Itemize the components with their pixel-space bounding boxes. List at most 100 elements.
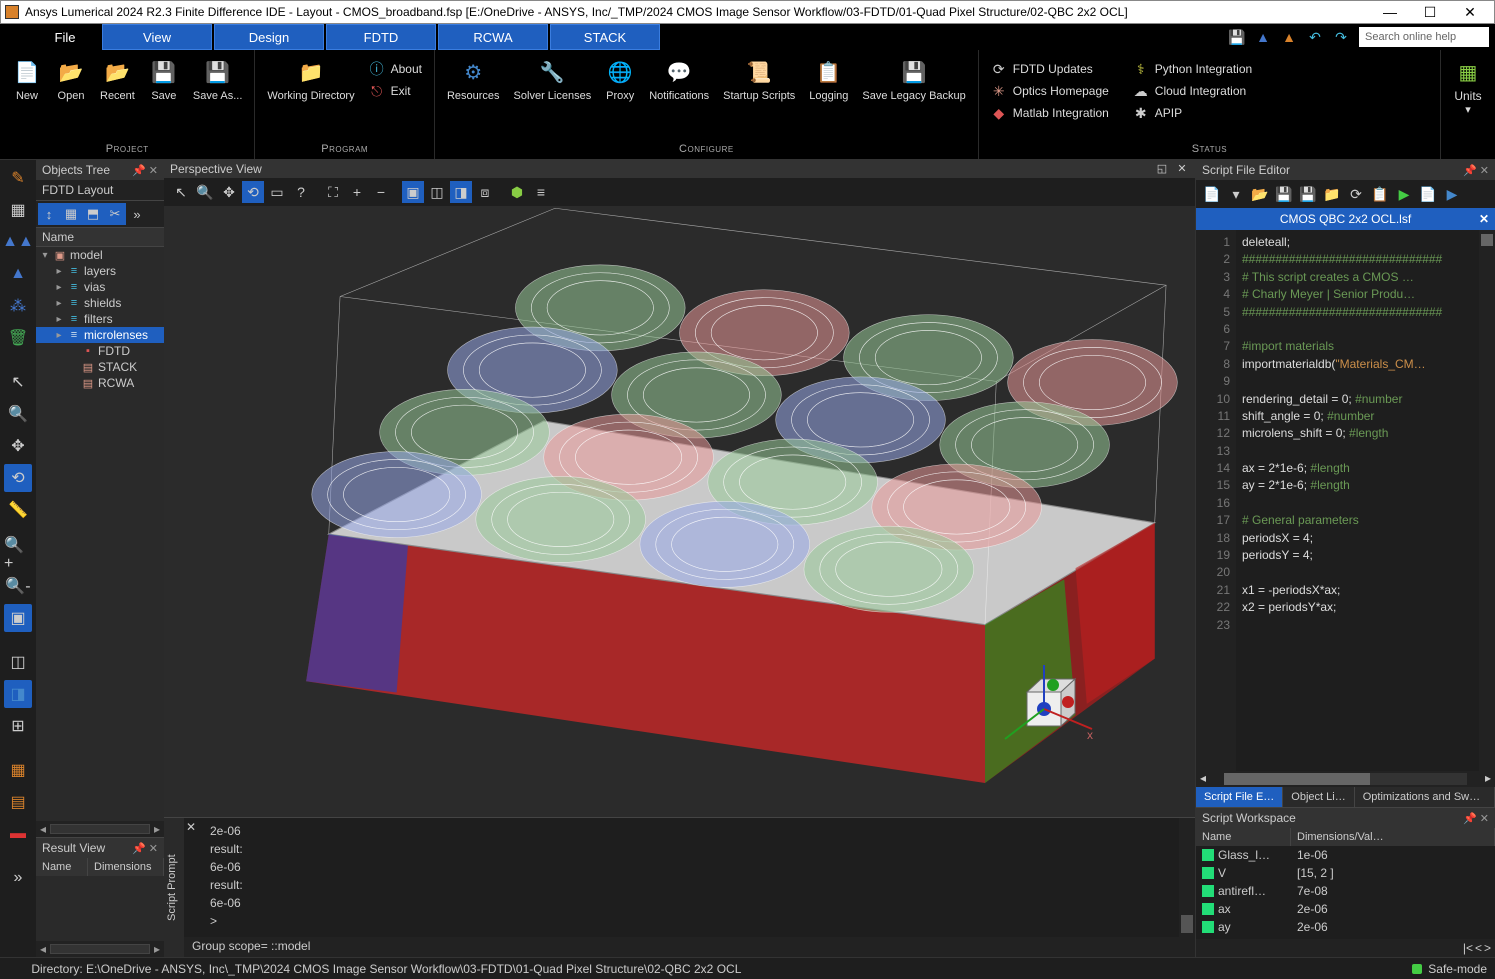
vt-zoom-icon[interactable]: 🔍 (194, 181, 216, 203)
bt-opt[interactable]: Optimizations and Sw… (1355, 787, 1495, 807)
bt-objlib[interactable]: Object Li… (1283, 787, 1354, 807)
about-link[interactable]: ⓘAbout (363, 58, 428, 80)
home-icon[interactable]: ▲ (1281, 29, 1297, 45)
solver-licenses-button[interactable]: 🔧Solver Licenses (508, 54, 598, 141)
tree-tool-4[interactable]: ✂ (104, 203, 126, 225)
ws-row[interactable]: Glass_l…1e-06 (1196, 846, 1495, 864)
vt-shade3-icon[interactable]: ◨ (450, 181, 472, 203)
tree-node-stack[interactable]: ▤STACK (36, 359, 164, 375)
trash-icon[interactable]: 🗑 (4, 324, 32, 352)
magnify-icon[interactable]: 🔍 (4, 400, 32, 428)
tree-node-vias[interactable]: ▸≡vias (36, 279, 164, 295)
code-scroll-x[interactable]: ◂▸ (1196, 771, 1495, 787)
matlab-link[interactable]: ◆Matlab Integration (985, 102, 1125, 124)
ws-row[interactable]: ax2e-06 (1196, 900, 1495, 918)
tree-node-fdtd[interactable]: ▪FDTD (36, 343, 164, 359)
calendar-icon[interactable]: ▤ (4, 788, 32, 816)
axis-gizmo[interactable]: x (997, 657, 1097, 757)
ws-row[interactable]: V[15, 2 ] (1196, 864, 1495, 882)
tree-node-layers[interactable]: ▸≡layers (36, 263, 164, 279)
logging-button[interactable]: 📋Logging (803, 54, 854, 141)
vt-orbit-icon[interactable]: ⟲ (242, 181, 264, 203)
vt-cursor-icon[interactable]: ↖ (170, 181, 192, 203)
apip-link[interactable]: ✱APIP (1127, 102, 1267, 124)
tab-stack[interactable]: STACK (550, 24, 660, 50)
bt-script[interactable]: Script File E… (1196, 787, 1283, 807)
tree-tool-1[interactable]: ↕ (38, 203, 60, 225)
tree-node-rcwa[interactable]: ▤RCWA (36, 375, 164, 391)
tree-node-model[interactable]: ▾▣model (36, 247, 164, 263)
tab-design[interactable]: Design (214, 24, 324, 50)
et-saveall-icon[interactable]: 💾 (1298, 184, 1318, 204)
tab-rcwa[interactable]: RCWA (438, 24, 548, 50)
et-folder-icon[interactable]: 📁 (1322, 184, 1342, 204)
pencil-icon[interactable]: ✎ (4, 164, 32, 192)
working-dir-button[interactable]: 📁Working Directory (261, 54, 360, 141)
bars-icon[interactable]: ▬ (4, 820, 32, 848)
triangles-icon[interactable]: ▲▲ (4, 228, 32, 256)
tree-node-microlenses[interactable]: ▸≡microlenses (36, 327, 164, 343)
pattern-icon[interactable]: ⁂ (4, 292, 32, 320)
side-view-icon[interactable]: ◨ (4, 680, 32, 708)
tab-file[interactable]: File (30, 24, 100, 50)
vt-cube-icon[interactable]: ⬢ (506, 181, 528, 203)
python-link[interactable]: ⚕Python Integration (1127, 58, 1267, 80)
units-button[interactable]: ▦Units▾ (1447, 54, 1489, 141)
tree-node-shields[interactable]: ▸≡shields (36, 295, 164, 311)
et-reload-icon[interactable]: ⟳ (1346, 184, 1366, 204)
et-doc-icon[interactable]: 📄 (1418, 184, 1438, 204)
ws-col-dimval[interactable]: Dimensions/Val… (1291, 828, 1495, 846)
ruler-icon[interactable]: 📏 (4, 496, 32, 524)
triangle-icon[interactable]: ▲ (4, 260, 32, 288)
redo-icon[interactable]: ↷ (1333, 29, 1349, 45)
viewport-float-icon[interactable]: ◱ (1155, 162, 1169, 176)
pin-icon[interactable]: 📌 ✕ (1463, 812, 1489, 825)
minimize-button[interactable]: — (1370, 1, 1410, 23)
mesh-icon[interactable]: ▦ (4, 756, 32, 784)
proxy-button[interactable]: 🌐Proxy (599, 54, 641, 141)
save-as-button[interactable]: 💾Save As... (187, 54, 249, 141)
vt-zoomout-icon[interactable]: − (370, 181, 392, 203)
expand-icon[interactable]: » (4, 864, 32, 892)
bookmark-icon[interactable]: ▲ (1255, 29, 1271, 45)
vt-pan-icon[interactable]: ✥ (218, 181, 240, 203)
legacy-backup-button[interactable]: 💾Save Legacy Backup (856, 54, 971, 141)
zoom-in-icon[interactable]: 🔍+ (4, 540, 32, 568)
cube-view-icon[interactable]: ▣ (4, 604, 32, 632)
new-button[interactable]: 📄New (6, 54, 48, 141)
vt-shade2-icon[interactable]: ◫ (426, 181, 448, 203)
vt-shade1-icon[interactable]: ▣ (402, 181, 424, 203)
optics-homepage-link[interactable]: ✳Optics Homepage (985, 80, 1125, 102)
pin-icon[interactable]: 📌 ✕ (132, 164, 158, 177)
search-input[interactable]: Search online help (1359, 27, 1489, 47)
vt-zoomfit-icon[interactable]: ⛶ (322, 181, 344, 203)
tree-tool-2[interactable]: ▦ (60, 203, 82, 225)
cloud-link[interactable]: ☁Cloud Integration (1127, 80, 1267, 102)
grid-icon[interactable]: ▦ (4, 196, 32, 224)
tab-fdtd[interactable]: FDTD (326, 24, 436, 50)
workspace-nav[interactable]: |<<> (1196, 939, 1495, 957)
et-new-icon[interactable]: 📄 (1202, 184, 1222, 204)
rotate-icon[interactable]: ⟲ (4, 464, 32, 492)
tree-scroll-x[interactable]: ◂▸ (36, 821, 164, 837)
tab-view[interactable]: View (102, 24, 212, 50)
exit-link[interactable]: ⎋Exit (363, 80, 428, 102)
sp-scrollbar[interactable] (1179, 818, 1195, 957)
tree-tool-3[interactable]: ⬒ (82, 203, 104, 225)
rv-col-name[interactable]: Name (36, 858, 88, 876)
vt-layers-icon[interactable]: ≡ (530, 181, 552, 203)
front-view-icon[interactable]: ◫ (4, 648, 32, 676)
ws-col-name[interactable]: Name (1196, 828, 1291, 846)
et-paste-icon[interactable]: 📋 (1370, 184, 1390, 204)
startup-scripts-button[interactable]: 📜Startup Scripts (717, 54, 801, 141)
tree-tool-more[interactable]: » (126, 203, 148, 225)
et-save-icon[interactable]: 💾 (1274, 184, 1294, 204)
code-lines[interactable]: deleteall;##############################… (1236, 230, 1479, 771)
undo-icon[interactable]: ↶ (1307, 29, 1323, 45)
layout-dropdown[interactable]: FDTD Layout (36, 180, 164, 201)
resources-button[interactable]: ⚙Resources (441, 54, 506, 141)
save-icon[interactable]: 💾 (1229, 29, 1245, 45)
et-open-icon[interactable]: 📂 (1250, 184, 1270, 204)
maximize-button[interactable]: ☐ (1410, 1, 1450, 23)
workspace-body[interactable]: Glass_l…1e-06V[15, 2 ]antirefl…7e-08ax2e… (1196, 846, 1495, 939)
